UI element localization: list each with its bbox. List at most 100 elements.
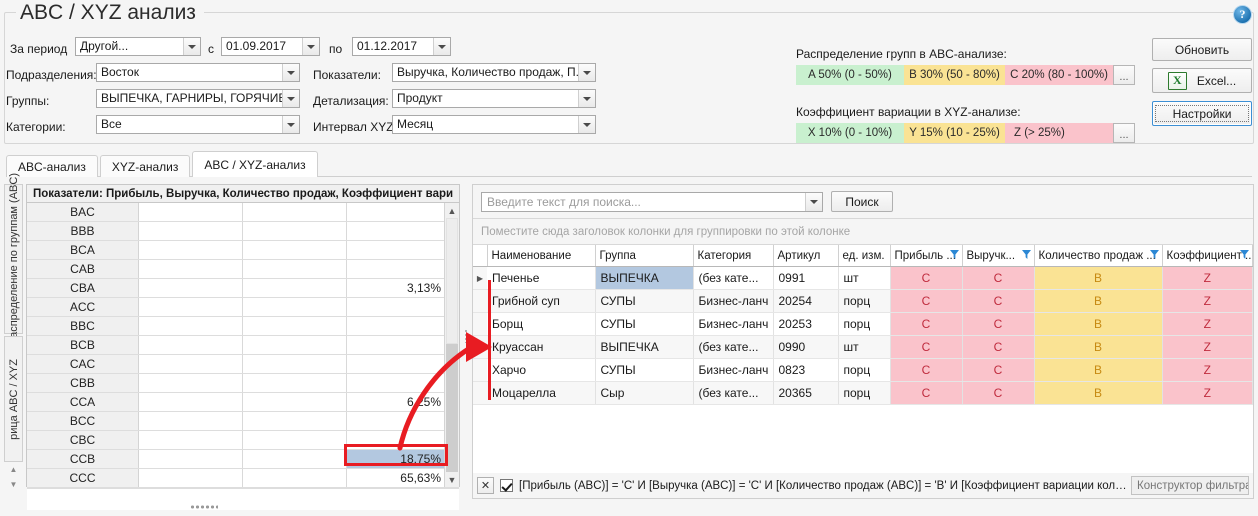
- refresh-button[interactable]: Обновить: [1152, 38, 1252, 61]
- matrix-cell[interactable]: [139, 260, 243, 278]
- groups-select[interactable]: ВЫПЕЧКА, ГАРНИРЫ, ГОРЯЧИЕ Б...: [96, 89, 300, 108]
- table-row[interactable]: Круассан ВЫПЕЧКА (без кате... 0990 шт C C B Z: [473, 335, 1253, 359]
- matrix-cell[interactable]: [139, 279, 243, 297]
- table-row[interactable]: Грибной суп СУПЫ Бизнес-ланч 20254 порц C C B Z: [473, 289, 1253, 313]
- cell-group[interactable]: СУПЫ: [595, 312, 694, 336]
- matrix-cell[interactable]: [243, 431, 347, 449]
- cell-article[interactable]: 0990: [773, 335, 839, 359]
- xyz-legend-more-button[interactable]: ...: [1113, 123, 1135, 143]
- matrix-cell[interactable]: [243, 298, 347, 316]
- matrix-cell[interactable]: [139, 355, 243, 373]
- cell-article[interactable]: 0823: [773, 358, 839, 382]
- matrix-cell[interactable]: [243, 412, 347, 430]
- matrix-cell[interactable]: [347, 241, 445, 259]
- scroll-up-icon[interactable]: ▲: [445, 203, 459, 218]
- matrix-cell[interactable]: 6,25%: [347, 393, 445, 411]
- cell-category[interactable]: Бизнес-ланч: [693, 289, 774, 313]
- matrix-row[interactable]: BAC: [27, 203, 459, 222]
- cell-article[interactable]: 20365: [773, 381, 839, 405]
- cell-revenue-abc[interactable]: C: [962, 266, 1035, 290]
- matrix-row[interactable]: ACC: [27, 298, 459, 317]
- matrix-cell[interactable]: [139, 374, 243, 392]
- table-row[interactable]: Борщ СУПЫ Бизнес-ланч 20253 порц C C B Z: [473, 312, 1253, 336]
- cell-unit[interactable]: порц: [838, 381, 891, 405]
- division-select[interactable]: Восток: [96, 63, 300, 82]
- matrix-cell[interactable]: [243, 355, 347, 373]
- settings-button[interactable]: Настройки: [1152, 101, 1252, 126]
- cell-quantity-abc[interactable]: B: [1034, 381, 1163, 405]
- matrix-row[interactable]: BBC: [27, 317, 459, 336]
- tab-abc-xyz-analysis[interactable]: ABC / XYZ-анализ: [192, 151, 318, 177]
- matrix-cell[interactable]: [243, 317, 347, 335]
- matrix-cell[interactable]: [139, 336, 243, 354]
- filter-enabled-checkbox[interactable]: [500, 479, 513, 492]
- excel-export-button[interactable]: Excel...: [1152, 68, 1252, 93]
- matrix-cell[interactable]: [139, 317, 243, 335]
- filter-icon[interactable]: [1149, 250, 1159, 259]
- table-row[interactable]: Моцарелла Сыр (без кате... 20365 порц C C B Z: [473, 381, 1253, 405]
- date-from-field[interactable]: 01.09.2017: [221, 37, 320, 56]
- vertical-tab-abc-xyz-matrix[interactable]: рица ABC / XYZ: [4, 336, 23, 462]
- cell-name[interactable]: Круассан: [487, 335, 596, 359]
- cell-unit[interactable]: шт: [838, 335, 891, 359]
- cell-category[interactable]: (без кате...: [693, 335, 774, 359]
- cell-profit-abc[interactable]: C: [890, 381, 963, 405]
- period-select[interactable]: Другой...: [75, 37, 201, 56]
- matrix-row[interactable]: BBB: [27, 222, 459, 241]
- matrix-cell[interactable]: [139, 412, 243, 430]
- cell-group[interactable]: СУПЫ: [595, 358, 694, 382]
- cell-name[interactable]: Харчо: [487, 358, 596, 382]
- cell-variation-xyz[interactable]: Z: [1162, 358, 1253, 382]
- matrix-cell[interactable]: 3,13%: [347, 279, 445, 297]
- column-header[interactable]: Выручк...: [962, 245, 1035, 267]
- matrix-cell[interactable]: [243, 393, 347, 411]
- matrix-row[interactable]: BCC: [27, 412, 459, 431]
- cell-quantity-abc[interactable]: B: [1034, 289, 1163, 313]
- scroll-down-icon[interactable]: ▼: [445, 472, 459, 487]
- matrix-row[interactable]: CCC 65,63%: [27, 469, 459, 488]
- filter-icon[interactable]: [949, 250, 959, 259]
- matrix-row[interactable]: CBA 3,13%: [27, 279, 459, 298]
- matrix-cell[interactable]: [139, 241, 243, 259]
- column-header[interactable]: ед. изм.: [838, 245, 891, 267]
- chevron-down-icon[interactable]: [805, 192, 822, 211]
- column-header[interactable]: Артикул: [773, 245, 839, 267]
- cell-variation-xyz[interactable]: Z: [1162, 312, 1253, 336]
- scrollbar-thumb[interactable]: [446, 218, 458, 344]
- date-to-field[interactable]: 01.12.2017: [352, 37, 451, 56]
- cell-article[interactable]: 0991: [773, 266, 839, 290]
- cell-category[interactable]: (без кате...: [693, 266, 774, 290]
- categories-select[interactable]: Все: [96, 115, 300, 134]
- column-header[interactable]: Коэффициент ...: [1162, 245, 1253, 267]
- cell-name[interactable]: Грибной суп: [487, 289, 596, 313]
- matrix-cell[interactable]: [139, 222, 243, 240]
- matrix-cell[interactable]: [347, 355, 445, 373]
- cell-quantity-abc[interactable]: B: [1034, 312, 1163, 336]
- table-row[interactable]: Харчо СУПЫ Бизнес-ланч 0823 порц C C B Z: [473, 358, 1253, 382]
- cell-profit-abc[interactable]: C: [890, 312, 963, 336]
- cell-revenue-abc[interactable]: C: [962, 335, 1035, 359]
- matrix-cell[interactable]: [347, 412, 445, 430]
- matrix-row[interactable]: CCA 6,25%: [27, 393, 459, 412]
- cell-profit-abc[interactable]: C: [890, 289, 963, 313]
- matrix-cell[interactable]: [139, 393, 243, 411]
- matrix-row[interactable]: CAB: [27, 260, 459, 279]
- matrix-cell[interactable]: [347, 336, 445, 354]
- cell-variation-xyz[interactable]: Z: [1162, 289, 1253, 313]
- column-header[interactable]: Категория: [693, 245, 774, 267]
- cell-variation-xyz[interactable]: Z: [1162, 381, 1253, 405]
- matrix-cell[interactable]: 65,63%: [347, 469, 445, 487]
- column-header[interactable]: Группа: [595, 245, 694, 267]
- cell-name[interactable]: Моцарелла: [487, 381, 596, 405]
- matrix-row[interactable]: BCB: [27, 336, 459, 355]
- cell-variation-xyz[interactable]: Z: [1162, 335, 1253, 359]
- matrix-cell[interactable]: [243, 336, 347, 354]
- scroll-down-tabs-button[interactable]: ▼: [4, 478, 23, 491]
- tab-xyz-analysis[interactable]: XYZ-анализ: [99, 155, 191, 177]
- matrix-cell[interactable]: [243, 203, 347, 221]
- matrix-cell[interactable]: [243, 260, 347, 278]
- matrix-cell[interactable]: [139, 431, 243, 449]
- cell-category[interactable]: Бизнес-ланч: [693, 312, 774, 336]
- cell-group[interactable]: СУПЫ: [595, 289, 694, 313]
- column-header[interactable]: Количество продаж ...: [1034, 245, 1163, 267]
